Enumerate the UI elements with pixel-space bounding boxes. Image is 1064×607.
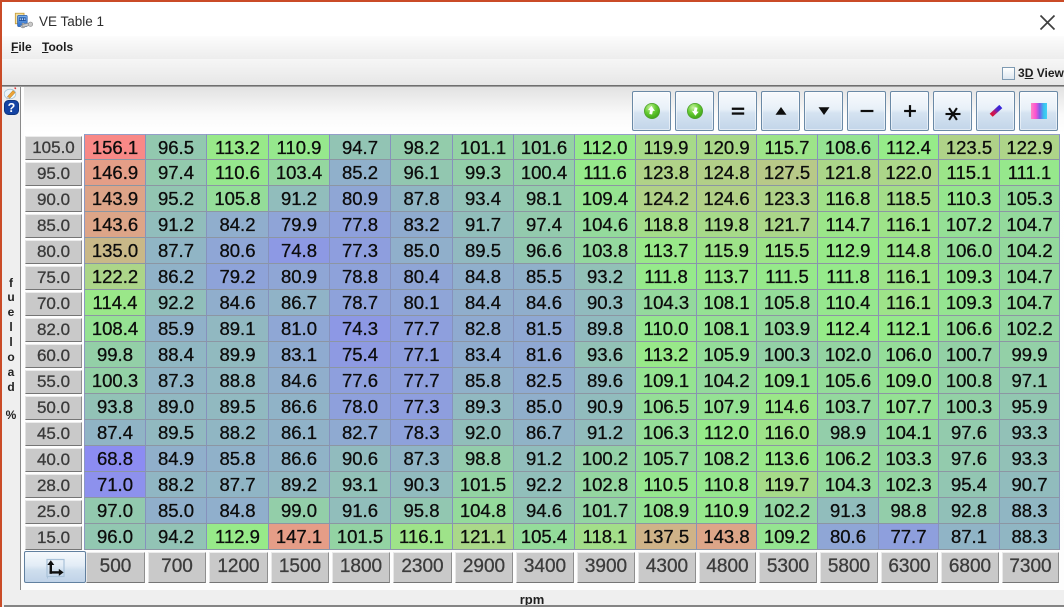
svg-text:?: ? xyxy=(8,101,16,115)
